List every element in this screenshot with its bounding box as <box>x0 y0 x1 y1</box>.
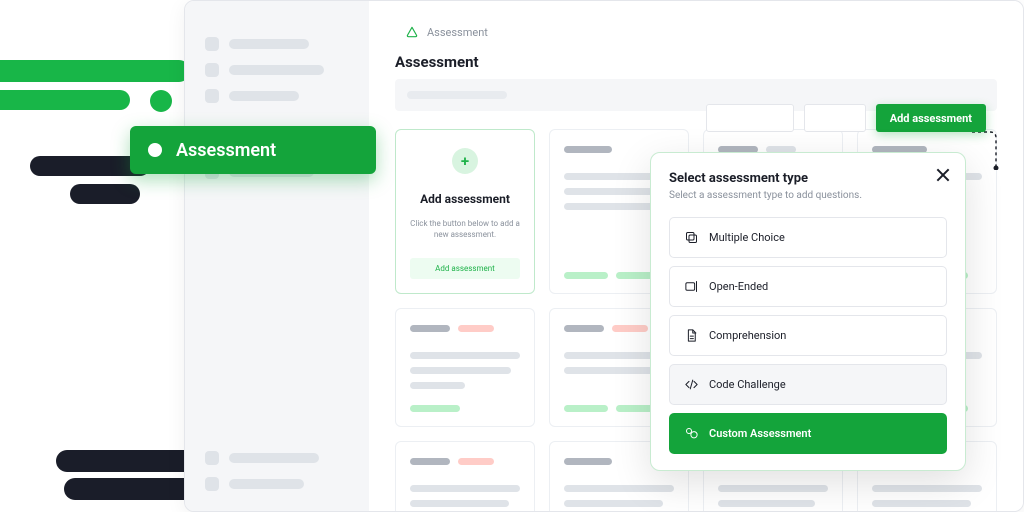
sidebar-group <box>205 37 349 103</box>
sidebar <box>185 1 369 511</box>
option-label: Code Challenge <box>709 378 786 391</box>
add-card-button[interactable]: Add assessment <box>410 258 520 279</box>
layers-icon <box>684 230 699 245</box>
assessment-card[interactable] <box>395 441 535 511</box>
text-cursor-icon <box>684 279 699 294</box>
sidebar-highlight-tag: Assessment <box>130 126 376 174</box>
sort-pill[interactable] <box>804 104 866 132</box>
page-title: Assessment <box>395 53 997 71</box>
option-label: Multiple Choice <box>709 231 785 244</box>
bg-blob <box>150 90 172 112</box>
breadcrumb-label: Assessment <box>427 26 488 39</box>
sidebar-item[interactable] <box>205 451 349 465</box>
add-assessment-card[interactable]: + Add assessment Click the button below … <box>395 129 535 294</box>
plus-icon: + <box>452 148 478 174</box>
sidebar-item[interactable] <box>205 63 349 77</box>
modal-subtitle: Select a assessment type to add question… <box>669 190 947 201</box>
sidebar-item[interactable] <box>205 89 349 103</box>
add-card-subtitle: Click the button below to add a new asse… <box>410 218 520 240</box>
add-assessment-label: Add assessment <box>890 112 972 125</box>
option-custom-assessment[interactable]: Custom Assessment <box>669 413 947 454</box>
code-icon <box>684 377 699 392</box>
sidebar-item[interactable] <box>205 477 349 491</box>
option-label: Comprehension <box>709 329 786 342</box>
add-assessment-button[interactable]: Add assessment <box>876 104 986 132</box>
option-label: Open-Ended <box>709 280 768 293</box>
sidebar-group <box>205 451 349 491</box>
page-actions: Add assessment <box>706 104 986 132</box>
close-icon[interactable] <box>935 167 951 183</box>
option-comprehension[interactable]: Comprehension <box>669 315 947 356</box>
filter-pill[interactable] <box>706 104 794 132</box>
triangle-icon <box>405 25 419 39</box>
option-code-challenge[interactable]: Code Challenge <box>669 364 947 405</box>
add-card-title: Add assessment <box>410 192 520 206</box>
breadcrumb: Assessment <box>405 25 997 39</box>
bg-blob <box>70 184 140 204</box>
assessment-type-list: Multiple Choice Open-Ended Comprehension… <box>669 217 947 454</box>
sidebar-item[interactable] <box>205 37 349 51</box>
bg-blob <box>0 90 130 110</box>
assessment-type-modal: Select assessment type Select a assessme… <box>650 152 966 471</box>
option-label: Custom Assessment <box>709 427 811 440</box>
bg-blob <box>0 60 190 82</box>
dot-icon <box>148 143 162 157</box>
option-open-ended[interactable]: Open-Ended <box>669 266 947 307</box>
document-icon <box>684 328 699 343</box>
sidebar-highlight-label: Assessment <box>176 140 276 161</box>
shapes-icon <box>684 426 699 441</box>
assessment-card[interactable] <box>395 308 535 427</box>
modal-title: Select assessment type <box>669 171 947 186</box>
option-multiple-choice[interactable]: Multiple Choice <box>669 217 947 258</box>
